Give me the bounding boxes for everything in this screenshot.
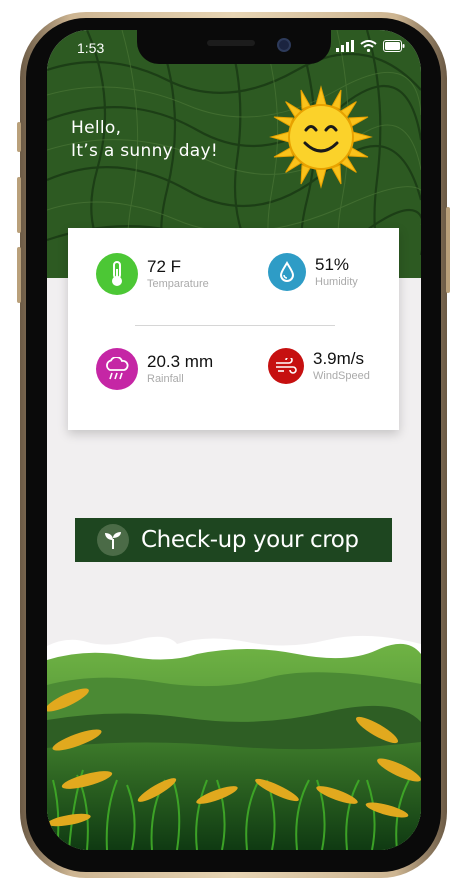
check-up-crop-label: Check-up your crop — [141, 527, 359, 553]
rainfall-metric: 20.3 mm Rainfall — [96, 348, 213, 390]
weather-card: 72 F Temparature 51% Humidity 20.3 mm Ra… — [68, 228, 399, 430]
rainfall-label: Rainfall — [147, 373, 184, 385]
water-drop-icon — [279, 261, 295, 282]
smiling-sun-icon — [269, 85, 373, 189]
windspeed-metric: 3.9m/s WindSpeed — [268, 348, 370, 384]
rain-cloud-icon — [106, 357, 129, 380]
phone-notch — [137, 30, 331, 64]
temperature-icon-circle — [96, 253, 138, 295]
rice-field-landscape-image — [47, 635, 421, 850]
power-button — [446, 207, 450, 293]
wind-icon — [276, 358, 297, 374]
front-camera — [277, 38, 291, 52]
volume-down-button — [17, 247, 21, 303]
humidity-value: 51% — [315, 255, 350, 274]
status-icons — [336, 40, 405, 52]
windspeed-value: 3.9m/s — [313, 349, 365, 368]
temperature-value: 72 F — [147, 257, 182, 276]
weather-divider — [135, 325, 335, 326]
earpiece-speaker — [207, 40, 255, 46]
status-time: 1:53 — [77, 40, 105, 56]
greeting-line-2: It’s a sunny day! — [71, 141, 218, 161]
rainfall-icon-circle — [96, 348, 138, 390]
temperature-label: Temparature — [147, 278, 209, 290]
temperature-metric: 72 F Temparature — [96, 253, 209, 295]
humidity-label: Humidity — [315, 276, 358, 288]
humidity-metric: 51% Humidity — [268, 253, 358, 291]
humidity-icon-circle — [268, 253, 306, 291]
rainfall-value: 20.3 mm — [147, 352, 214, 371]
battery-icon — [383, 40, 405, 52]
wifi-icon — [360, 40, 377, 52]
app-screen: 1:53 Hello, It’s a sunny day! 72 F Tempa… — [47, 30, 421, 850]
thermometer-icon — [112, 261, 122, 286]
signal-icon — [336, 40, 354, 52]
check-up-crop-button[interactable]: Check-up your crop — [75, 518, 392, 562]
mute-switch — [17, 122, 21, 152]
volume-up-button — [17, 177, 21, 233]
windspeed-icon-circle — [268, 348, 304, 384]
greeting-line-1: Hello, — [71, 118, 122, 138]
sprout-icon — [97, 524, 129, 556]
greeting-text: Hello, It’s a sunny day! — [71, 117, 218, 163]
windspeed-label: WindSpeed — [313, 370, 370, 382]
